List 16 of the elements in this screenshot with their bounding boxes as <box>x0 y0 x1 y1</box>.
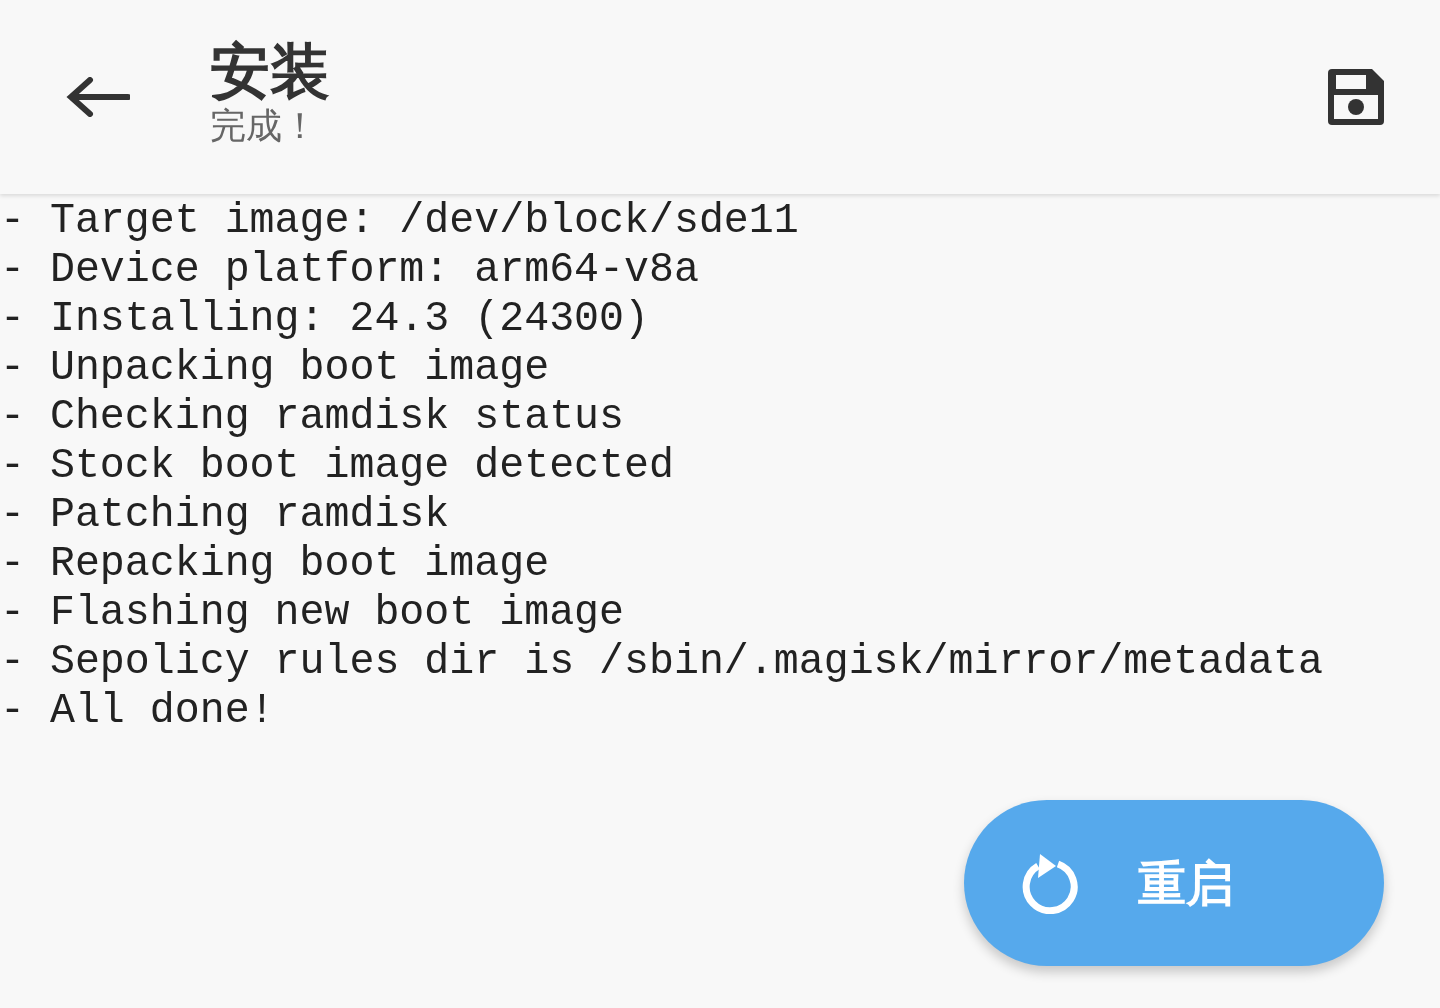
log-line: - Device platform: arm64-v8a <box>0 245 700 294</box>
log-line: - Unpacking boot image <box>0 343 551 392</box>
log-line: - Flashing new boot image <box>0 588 625 637</box>
log-line: - All done! <box>0 686 276 735</box>
refresh-icon <box>1020 852 1078 914</box>
log-line: - Sepolicy rules dir is /sbin/.magisk/mirror/metadata <box>0 637 1324 686</box>
log-line: - Installing: 24.3 (24300) <box>0 294 650 343</box>
back-icon[interactable] <box>66 77 130 117</box>
log-line: - Target image: /dev/block/sde11 <box>0 196 800 245</box>
log-line: - Patching ramdisk <box>0 490 451 539</box>
reboot-button[interactable]: 重启 <box>964 800 1384 966</box>
page-title: 安装 <box>210 38 330 105</box>
log-line: - Repacking boot image <box>0 539 551 588</box>
log-line: - Checking ramdisk status <box>0 392 625 441</box>
log-line: - Stock boot image detected <box>0 441 675 490</box>
page-subtitle: 完成！ <box>210 104 319 148</box>
